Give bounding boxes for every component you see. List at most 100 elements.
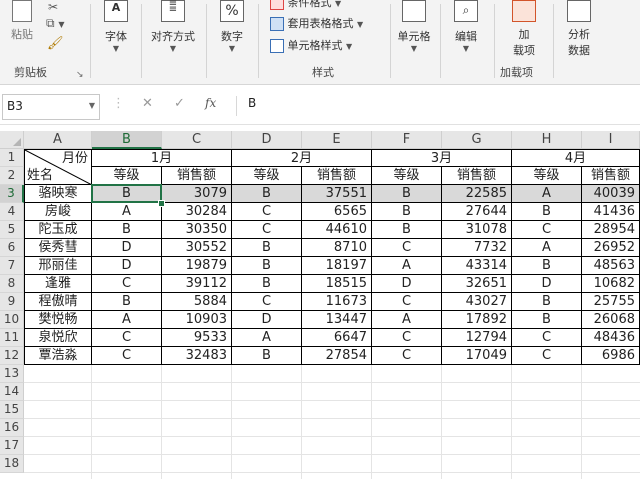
insert-function-icon[interactable]: fx xyxy=(205,96,216,110)
sales-cell[interactable]: 48436 xyxy=(582,329,640,347)
sales-cell[interactable]: 26952 xyxy=(582,239,640,257)
sales-cell[interactable]: 22585 xyxy=(442,185,512,203)
col-header-c[interactable]: C xyxy=(162,131,232,149)
grade-cell[interactable]: C xyxy=(92,347,162,365)
row-header[interactable]: 4 xyxy=(0,203,24,221)
grade-cell[interactable]: C xyxy=(372,239,442,257)
name-cell[interactable]: 逢雅 xyxy=(24,275,92,293)
row-header[interactable]: 9 xyxy=(0,293,24,311)
col-header-e[interactable]: E xyxy=(302,131,372,149)
grade-cell[interactable]: B xyxy=(232,239,302,257)
col-header-b[interactable]: B xyxy=(92,131,162,149)
sales-cell[interactable]: 11673 xyxy=(302,293,372,311)
row-header[interactable]: 13 xyxy=(0,365,24,383)
sales-cell[interactable]: 17049 xyxy=(442,347,512,365)
select-all-corner[interactable] xyxy=(0,131,24,149)
sales-cell[interactable]: 30552 xyxy=(162,239,232,257)
column-subheader[interactable]: 等级 xyxy=(512,167,582,185)
sales-cell[interactable]: 28954 xyxy=(582,221,640,239)
grade-cell[interactable]: C xyxy=(512,329,582,347)
grade-cell[interactable]: B xyxy=(512,293,582,311)
grade-cell[interactable]: D xyxy=(372,275,442,293)
grade-cell[interactable]: A xyxy=(92,311,162,329)
grade-cell[interactable]: C xyxy=(92,275,162,293)
fill-handle[interactable] xyxy=(158,200,165,207)
sales-cell[interactable]: 26068 xyxy=(582,311,640,329)
sales-cell[interactable]: 48563 xyxy=(582,257,640,275)
name-cell[interactable]: 樊悦畅 xyxy=(24,311,92,329)
grade-cell[interactable]: B xyxy=(512,257,582,275)
grade-cell[interactable]: B xyxy=(232,347,302,365)
name-cell[interactable]: 骆映寒 xyxy=(24,185,92,203)
sales-cell[interactable]: 37551 xyxy=(302,185,372,203)
grade-cell[interactable]: B xyxy=(92,185,162,203)
column-subheader[interactable]: 销售额 xyxy=(442,167,512,185)
copy-icon[interactable]: ⧉ ▼ xyxy=(46,16,65,31)
column-subheader[interactable]: 销售额 xyxy=(582,167,640,185)
row-header[interactable]: 15 xyxy=(0,401,24,419)
name-cell[interactable]: 程傲晴 xyxy=(24,293,92,311)
grade-cell[interactable]: A xyxy=(372,257,442,275)
grade-cell[interactable]: B xyxy=(512,311,582,329)
row-header[interactable]: 11 xyxy=(0,329,24,347)
format-painter-icon[interactable]: 🖌 xyxy=(47,36,64,51)
month-header[interactable]: 1月 xyxy=(92,149,232,167)
column-subheader[interactable]: 等级 xyxy=(372,167,442,185)
name-cell[interactable]: 覃浩淼 xyxy=(24,347,92,365)
grade-cell[interactable]: C xyxy=(512,221,582,239)
grade-cell[interactable]: C xyxy=(512,347,582,365)
dialog-launcher-icon[interactable]: ↘ xyxy=(76,70,84,80)
grade-cell[interactable]: C xyxy=(232,203,302,221)
sales-cell[interactable]: 5884 xyxy=(162,293,232,311)
grade-cell[interactable]: C xyxy=(232,293,302,311)
sales-cell[interactable]: 3079 xyxy=(162,185,232,203)
sales-cell[interactable]: 10903 xyxy=(162,311,232,329)
grade-cell[interactable]: B xyxy=(372,203,442,221)
sales-cell[interactable]: 7732 xyxy=(442,239,512,257)
row-header[interactable]: 12 xyxy=(0,347,24,365)
cancel-icon[interactable]: ✕ xyxy=(142,96,153,111)
column-subheader[interactable]: 等级 xyxy=(92,167,162,185)
sales-cell[interactable]: 31078 xyxy=(442,221,512,239)
grade-cell[interactable]: A xyxy=(232,329,302,347)
col-header-d[interactable]: D xyxy=(232,131,302,149)
sales-cell[interactable]: 18197 xyxy=(302,257,372,275)
grade-cell[interactable]: D xyxy=(92,257,162,275)
format-as-table-button[interactable]: 套用表格格式 ▼ xyxy=(270,15,363,31)
sales-cell[interactable]: 19879 xyxy=(162,257,232,275)
grade-cell[interactable]: B xyxy=(92,293,162,311)
row-header[interactable]: 18 xyxy=(0,455,24,473)
grade-cell[interactable]: B xyxy=(512,203,582,221)
grade-cell[interactable]: C xyxy=(92,329,162,347)
col-header-f[interactable]: F xyxy=(372,131,442,149)
grade-cell[interactable]: B xyxy=(232,185,302,203)
sales-cell[interactable]: 30284 xyxy=(162,203,232,221)
cell-styles-button[interactable]: 单元格样式 ▼ xyxy=(270,37,352,53)
col-header-a[interactable]: A xyxy=(24,131,92,149)
grade-cell[interactable]: C xyxy=(372,329,442,347)
name-box[interactable]: B3 ▼ xyxy=(2,94,100,120)
name-cell[interactable]: 泉悦欣 xyxy=(24,329,92,347)
grade-cell[interactable]: D xyxy=(92,239,162,257)
sales-cell[interactable]: 43027 xyxy=(442,293,512,311)
addins-button[interactable]: 加 载项 xyxy=(502,0,546,58)
sales-cell[interactable]: 12794 xyxy=(442,329,512,347)
sales-cell[interactable]: 18515 xyxy=(302,275,372,293)
sales-cell[interactable]: 41436 xyxy=(582,203,640,221)
sales-cell[interactable]: 13447 xyxy=(302,311,372,329)
grade-cell[interactable]: A xyxy=(92,203,162,221)
month-header[interactable]: 4月 xyxy=(512,149,640,167)
column-subheader[interactable]: 等级 xyxy=(232,167,302,185)
grade-cell[interactable]: B xyxy=(232,257,302,275)
cells-button[interactable]: 单元格 ▼ xyxy=(393,0,435,53)
row-header[interactable]: 3 xyxy=(0,185,24,203)
grade-cell[interactable]: C xyxy=(232,221,302,239)
grade-cell[interactable]: B xyxy=(92,221,162,239)
cut-icon[interactable]: ✂ xyxy=(48,0,58,14)
row-header[interactable]: 5 xyxy=(0,221,24,239)
grade-cell[interactable]: A xyxy=(512,239,582,257)
sales-cell[interactable]: 43314 xyxy=(442,257,512,275)
row-header[interactable]: 10 xyxy=(0,311,24,329)
formula-input[interactable]: B xyxy=(248,96,256,110)
name-cell[interactable]: 陀玉成 xyxy=(24,221,92,239)
